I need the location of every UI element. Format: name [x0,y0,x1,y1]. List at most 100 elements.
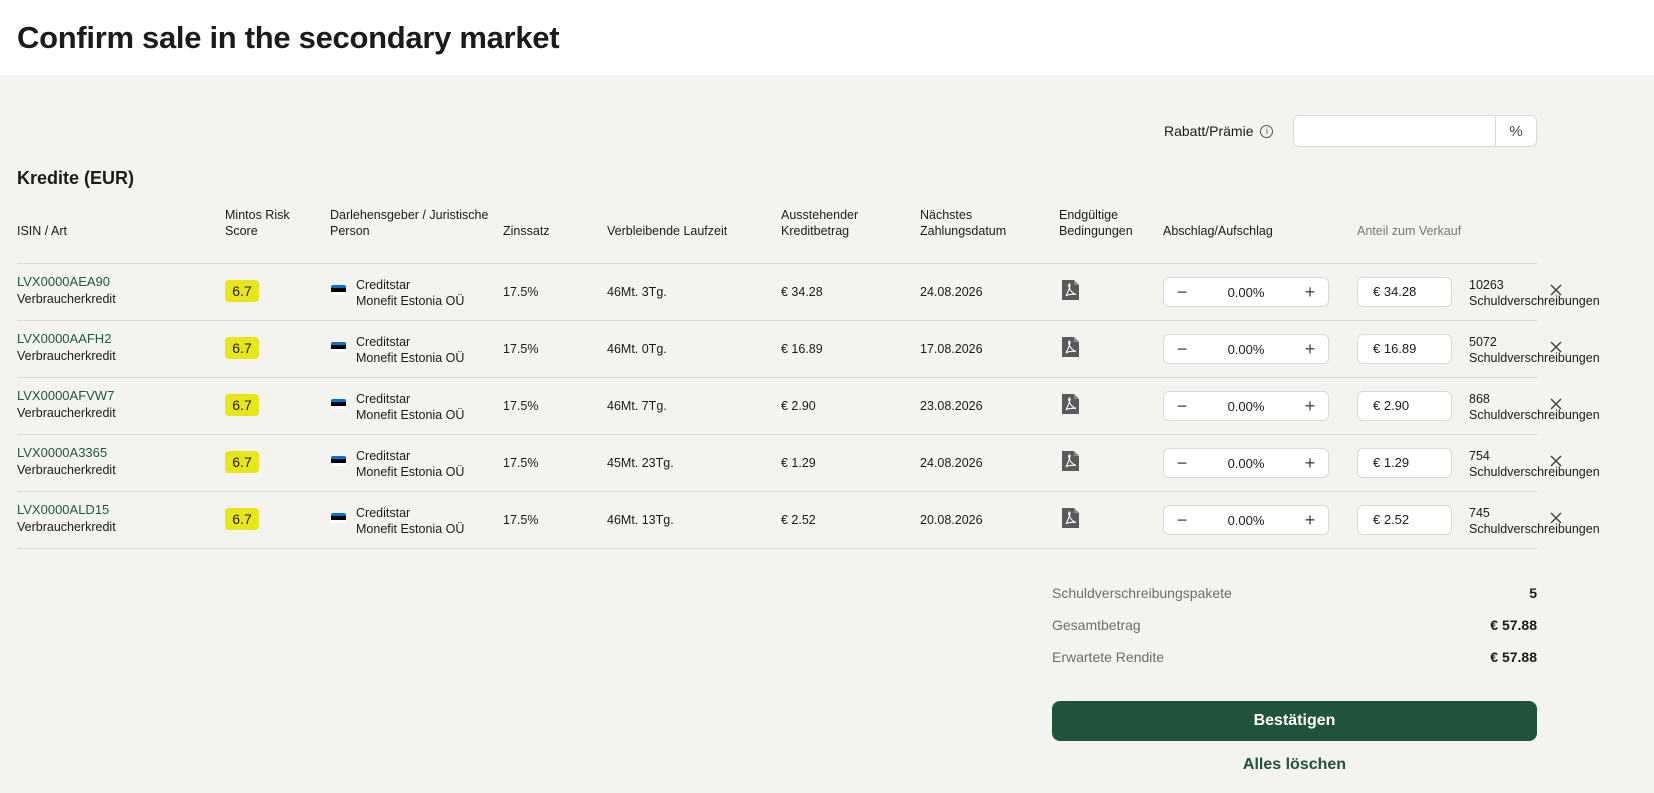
next-payment-date: 23.08.2026 [920,399,983,413]
plus-icon[interactable]: + [1302,340,1318,358]
info-icon[interactable]: i [1260,124,1274,138]
sale-price-input[interactable]: € 1.29 [1357,448,1452,478]
interest-rate: 17.5% [503,513,539,527]
pdf-icon[interactable] [1061,450,1080,472]
lender-name: Creditstar [356,278,411,292]
column-header-amount-line1: Ausstehender [781,208,859,222]
notes-count-cell: 5072 Schuldverschreibungen [1469,334,1600,366]
total-value: € 57.88 [1490,617,1537,633]
markup-stepper: − 0.00% + [1163,391,1329,421]
expected-return-label: Erwartete Rendite [1052,649,1165,665]
risk-score-badge: 6.7 [225,337,259,359]
sale-price-input[interactable]: € 2.52 [1357,505,1452,535]
pdf-icon[interactable] [1061,279,1080,301]
plus-icon[interactable]: + [1302,283,1318,301]
column-header-risk-line2: Score [225,224,258,238]
notes-label: Schuldverschreibungen [1469,351,1600,365]
sale-price-input[interactable]: € 34.28 [1357,277,1452,307]
lender-cell: Creditstar Monefit Estonia OÜ [356,391,464,423]
minus-icon[interactable]: − [1174,397,1190,415]
isin-link[interactable]: LVX0000A3365 [17,445,107,460]
column-header-lender: Darlehensgeber / Juristische Person [330,207,488,239]
plus-icon[interactable]: + [1302,454,1318,472]
close-icon[interactable] [1548,453,1564,469]
remaining-term: 46Mt. 0Tg. [607,342,667,356]
column-header-share: Anteil zum Verkauf [1357,224,1462,238]
markup-value[interactable]: 0.00% [1228,513,1265,528]
minus-icon[interactable]: − [1174,511,1190,529]
close-icon[interactable] [1548,510,1564,526]
loan-type: Verbraucherkredit [17,292,116,306]
close-icon[interactable] [1548,396,1564,412]
notes-count: 745 [1469,506,1490,520]
confirm-button[interactable]: Bestätigen [1052,701,1537,741]
remaining-term: 46Mt. 3Tg. [607,285,667,299]
minus-icon[interactable]: − [1174,454,1190,472]
plus-icon[interactable]: + [1302,511,1318,529]
markup-stepper: − 0.00% + [1163,277,1329,307]
isin-link[interactable]: LVX0000AEA90 [17,274,110,289]
column-header-markup: Abschlag/Aufschlag [1163,224,1273,238]
estonia-flag-icon [331,285,346,295]
next-payment-date: 20.08.2026 [920,513,983,527]
sale-price-input[interactable]: € 2.90 [1357,391,1452,421]
column-header-amount-line2: Kreditbetrag [781,224,850,238]
notes-count-cell: 10263 Schuldverschreibungen [1469,277,1600,309]
clear-all-link[interactable]: Alles löschen [1052,756,1537,774]
lender-name: Creditstar [356,392,411,406]
markup-stepper: − 0.00% + [1163,334,1329,364]
discount-input[interactable] [1294,116,1495,146]
notes-count: 754 [1469,449,1490,463]
remaining-term: 46Mt. 13Tg. [607,513,674,527]
notes-label: Schuldverschreibungen [1469,522,1600,536]
isin-link[interactable]: LVX0000ALD15 [17,502,109,517]
notes-label: Schuldverschreibungen [1469,465,1600,479]
column-header-terms-line1: Endgültige [1059,208,1119,222]
lender-name: Creditstar [356,335,411,349]
outstanding-amount: € 1.29 [781,456,816,470]
column-header-amount: Ausstehender Kreditbetrag [781,207,858,239]
section-title: Kredite (EUR) [17,168,135,188]
notes-count-cell: 868 Schuldverschreibungen [1469,391,1600,423]
markup-value[interactable]: 0.00% [1228,342,1265,357]
pdf-icon[interactable] [1061,336,1080,358]
estonia-flag-icon [331,513,346,523]
risk-score-badge: 6.7 [225,508,259,530]
estonia-flag-icon [331,456,346,466]
outstanding-amount: € 2.90 [781,399,816,413]
remaining-term: 46Mt. 7Tg. [607,399,667,413]
markup-value[interactable]: 0.00% [1228,285,1265,300]
pdf-icon[interactable] [1061,393,1080,415]
column-header-risk: Mintos Risk Score [225,207,290,239]
lender-name: Creditstar [356,449,411,463]
isin-link[interactable]: LVX0000AAFH2 [17,331,111,346]
estonia-flag-icon [331,399,346,409]
loan-type: Verbraucherkredit [17,520,116,534]
isin-link[interactable]: LVX0000AFVW7 [17,388,114,403]
column-header-term: Verbleibende Laufzeit [607,224,728,238]
table-row: LVX0000AAFH2 Verbraucherkredit 6.7 Credi… [0,321,1654,378]
lender-cell: Creditstar Monefit Estonia OÜ [356,277,464,309]
column-header-isin: ISIN / Art [17,224,68,238]
discount-label: Rabatt/Prämie i [1164,123,1274,139]
table-row: LVX0000AFVW7 Verbraucherkredit 6.7 Credi… [0,378,1654,435]
plus-icon[interactable]: + [1302,397,1318,415]
column-header-terms-line2: Bedingungen [1059,224,1133,238]
sale-price-input[interactable]: € 16.89 [1357,334,1452,364]
markup-value[interactable]: 0.00% [1228,456,1265,471]
minus-icon[interactable]: − [1174,340,1190,358]
markup-value[interactable]: 0.00% [1228,399,1265,414]
close-icon[interactable] [1548,339,1564,355]
outstanding-amount: € 2.52 [781,513,816,527]
close-icon[interactable] [1548,282,1564,298]
column-header-lender-line2: Person [330,224,370,238]
pdf-icon[interactable] [1061,507,1080,529]
packages-label: Schuldverschreibungspakete [1052,585,1232,601]
interest-rate: 17.5% [503,285,539,299]
notes-count: 868 [1469,392,1490,406]
discount-unit: % [1495,116,1536,146]
legal-entity: Monefit Estonia OÜ [356,465,465,479]
minus-icon[interactable]: − [1174,283,1190,301]
column-header-risk-line1: Mintos Risk [225,208,290,222]
lender-cell: Creditstar Monefit Estonia OÜ [356,334,464,366]
